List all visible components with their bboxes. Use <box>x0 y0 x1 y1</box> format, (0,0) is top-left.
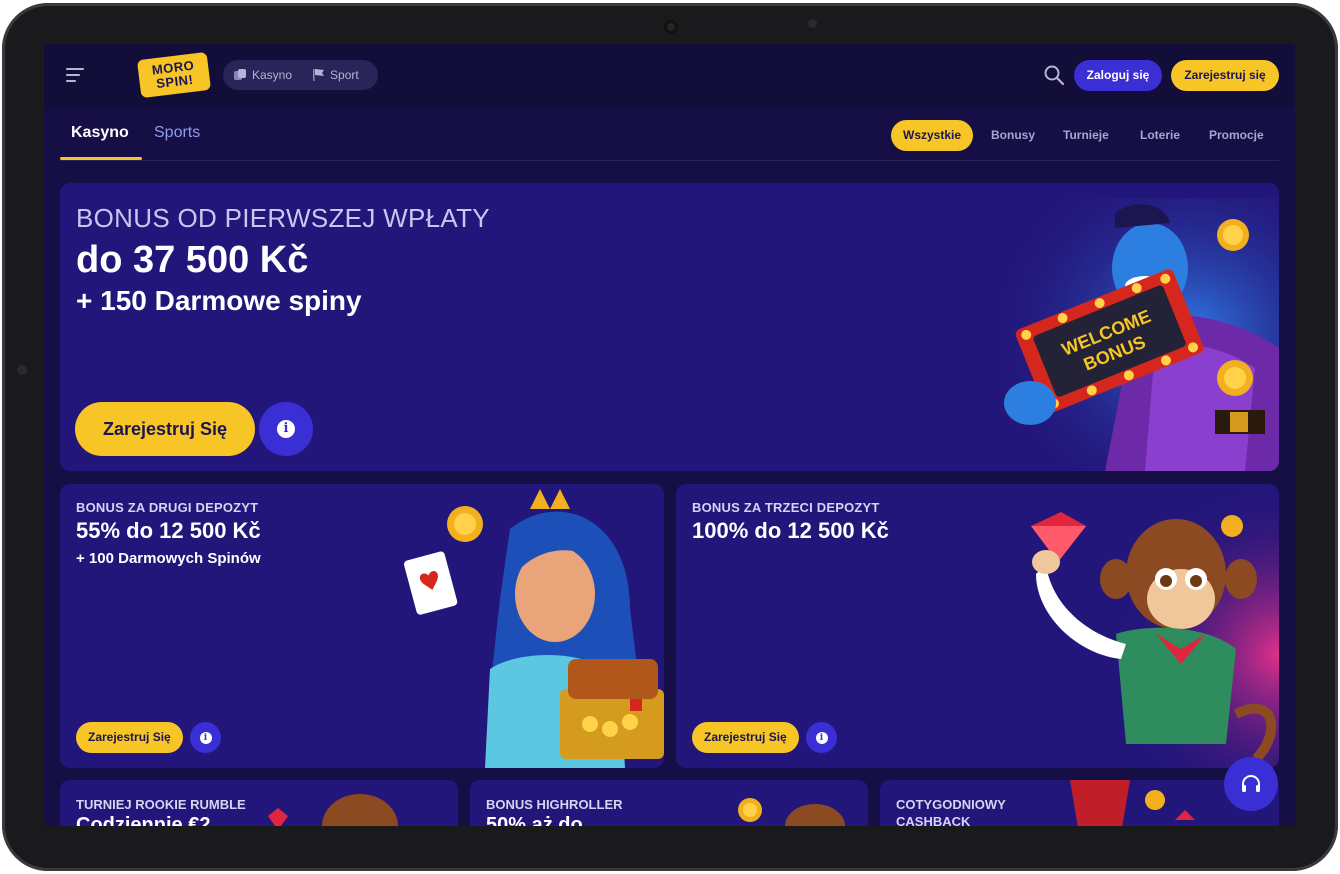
search-icon[interactable] <box>1043 64 1065 86</box>
register-button[interactable]: Zarejestruj się <box>1171 60 1279 91</box>
promo-card-highroller[interactable]: BONUS HIGHROLLER 50% aż do <box>470 780 868 826</box>
menu-icon[interactable] <box>66 68 86 84</box>
brand-logo[interactable]: MORO SPIN! <box>136 51 212 99</box>
card-amount: 55% do 12 500 Kč <box>76 518 261 543</box>
mode-casino[interactable]: Kasyno <box>233 68 292 82</box>
hero-title: BONUS OD PIERWSZEJ WPŁATY <box>76 203 490 233</box>
promo-card-third-deposit[interactable]: BONUS ZA TRZECI DEPOZYT 100% do 12 500 K… <box>676 484 1279 768</box>
card-register-button[interactable]: Zarejestruj Się <box>76 722 183 753</box>
small-card-title: COTYGODNIOWY CASHBACK <box>896 797 1006 826</box>
card-register-button[interactable]: Zarejestruj Się <box>692 722 799 753</box>
casino-sport-switch: Kasyno Sport <box>223 60 378 90</box>
highroller-illustration <box>738 798 845 826</box>
login-button[interactable]: Zaloguj się <box>1074 60 1162 91</box>
sport-flag-icon <box>313 69 325 81</box>
card-subtitle: + 100 Darmowych Spinów <box>76 550 261 567</box>
headset-icon <box>1242 775 1260 792</box>
mode-casino-label: Kasyno <box>252 68 293 82</box>
promo-card-weekly-cashback[interactable]: COTYGODNIOWY CASHBACK <box>880 780 1279 826</box>
category-tabbar: Kasyno Sports Wszystkie Bonusy Turnieje … <box>60 108 1279 161</box>
monkey-illustration <box>1006 484 1279 768</box>
mode-sport[interactable]: Sport <box>312 68 359 82</box>
hero-register-button[interactable]: Zarejestruj Się <box>75 402 255 456</box>
rookie-illustration <box>268 794 398 826</box>
small-card-title: BONUS HIGHROLLER <box>486 797 623 812</box>
tab-kasyno[interactable]: Kasyno <box>71 124 129 142</box>
sensor-dot <box>808 19 817 28</box>
active-tab-indicator <box>60 157 142 160</box>
info-icon: i <box>199 731 212 744</box>
filter-promocje[interactable]: Promocje <box>1197 120 1276 151</box>
filter-bonusy[interactable]: Bonusy <box>979 120 1047 151</box>
filter-wszystkie[interactable]: Wszystkie <box>891 120 974 151</box>
casino-icon <box>234 69 246 80</box>
side-sensor-dot <box>17 365 27 375</box>
card-info-button[interactable]: i <box>806 722 837 753</box>
card-info-button[interactable]: i <box>190 722 221 753</box>
promo-card-second-deposit[interactable]: BONUS ZA DRUGI DEPOZYT 55% do 12 500 Kč … <box>60 484 664 768</box>
tab-sports[interactable]: Sports <box>154 124 200 142</box>
app-screen: MORO SPIN! Kasyno Sport Zaloguj się Zare… <box>44 44 1295 826</box>
card-title: BONUS ZA TRZECI DEPOZYT <box>692 500 880 515</box>
card-amount: 100% do 12 500 Kč <box>692 518 889 543</box>
princess-illustration <box>403 489 664 768</box>
filter-turnieje[interactable]: Turnieje <box>1051 120 1121 151</box>
small-card-amount: Codziennie €2 <box>76 814 211 826</box>
hero-amount: do 37 500 Kč <box>76 239 309 281</box>
info-icon: i <box>815 731 828 744</box>
hero-spins: + 150 Darmowe spiny <box>76 285 362 316</box>
filter-loterie[interactable]: Loterie <box>1128 120 1192 151</box>
hero-info-button[interactable]: i <box>259 402 313 456</box>
genie-illustration: WELCOME BONUS <box>985 198 1279 471</box>
top-header: MORO SPIN! Kasyno Sport Zaloguj się Zare… <box>44 44 1295 108</box>
info-icon: i <box>277 420 295 438</box>
card-title: BONUS ZA DRUGI DEPOZYT <box>76 500 259 515</box>
camera-icon <box>664 20 678 34</box>
small-card-amount: 50% aż do <box>486 814 583 826</box>
hero-banner[interactable]: BONUS OD PIERWSZEJ WPŁATY do 37 500 Kč +… <box>60 183 1279 471</box>
promo-card-rookie-rumble[interactable]: TURNIEJ ROOKIE RUMBLE Codziennie €2 <box>60 780 458 826</box>
mode-sport-label: Sport <box>330 68 359 82</box>
support-chat-button[interactable] <box>1224 757 1278 811</box>
